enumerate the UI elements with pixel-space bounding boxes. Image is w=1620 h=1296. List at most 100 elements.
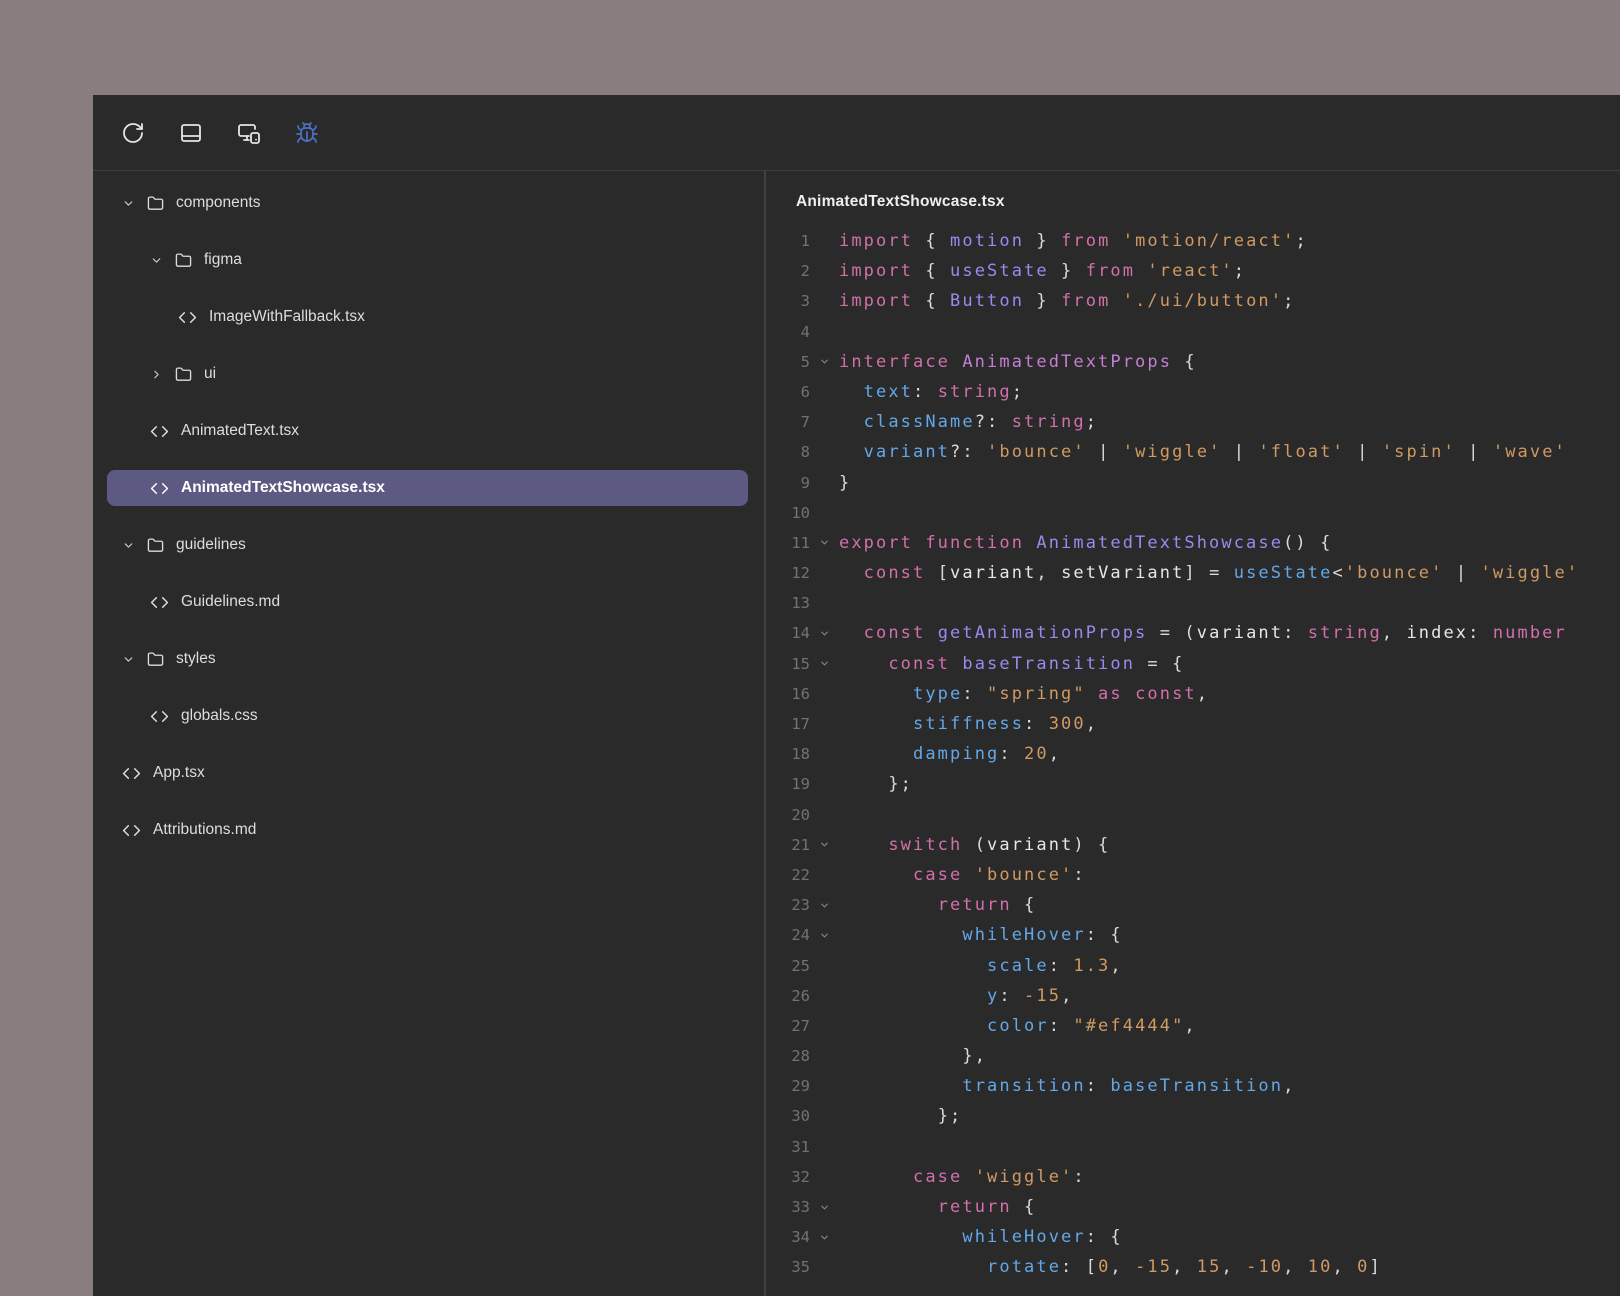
fold-gutter [810,588,839,618]
code-line: 20 [766,800,1620,830]
line-number: 30 [766,1101,810,1131]
fold-gutter [810,1252,839,1282]
code-line: 21 switch (variant) { [766,830,1620,860]
code-text: } [839,468,851,498]
line-number: 26 [766,981,810,1011]
chevron-down-icon[interactable] [150,254,164,267]
code-text: case 'bounce': [839,860,1086,890]
code-line: 3import { Button } from './ui/button'; [766,286,1620,316]
code-line: 25 scale: 1.3, [766,951,1620,981]
open-file-name: AnimatedTextShowcase.tsx [766,171,1620,219]
fold-toggle-icon[interactable] [810,890,839,920]
fold-gutter [810,498,839,528]
tree-item-label: guidelines [176,536,246,554]
chevron-right-icon[interactable] [150,368,164,381]
fold-gutter [810,317,839,347]
line-number: 15 [766,649,810,679]
line-number: 18 [766,739,810,769]
tree-item-label: AnimatedText.tsx [181,422,299,440]
fold-gutter [810,709,839,739]
tree-item-app-tsx[interactable]: App.tsx [107,755,748,791]
fold-gutter [810,1071,839,1101]
tree-item-guidelines[interactable]: guidelines [107,527,748,563]
panel-bottom-icon [179,121,203,145]
editor-window: components figma ImageWithFallback.tsx ui An… [93,95,1620,1296]
line-number: 32 [766,1162,810,1192]
reload-button[interactable] [115,115,151,151]
code-text: }; [839,769,913,799]
tree-item-imagewithfallback-tsx[interactable]: ImageWithFallback.tsx [107,299,748,335]
chevron-down-icon[interactable] [122,539,136,552]
line-number: 16 [766,679,810,709]
line-number: 13 [766,588,810,618]
fold-toggle-icon[interactable] [810,1192,839,1222]
line-number: 17 [766,709,810,739]
line-number: 33 [766,1192,810,1222]
code-text: const getAnimationProps = (variant: stri… [839,618,1567,648]
code-file-icon [122,821,141,840]
code-text: case 'wiggle': [839,1162,1086,1192]
line-number: 31 [766,1132,810,1162]
line-number: 35 [766,1252,810,1282]
code-file-icon [122,764,141,783]
chevron-down-icon[interactable] [122,197,136,210]
fold-toggle-icon[interactable] [810,920,839,950]
tree-item-animatedtext-tsx[interactable]: AnimatedText.tsx [107,413,748,449]
bug-button[interactable] [289,115,325,151]
devices-button[interactable] [231,115,267,151]
code-text: text: string; [839,377,1024,407]
fold-toggle-icon[interactable] [810,347,839,377]
code-line: 12 const [variant, setVariant] = useStat… [766,558,1620,588]
fold-toggle-icon[interactable] [810,1222,839,1252]
code-line: 10 [766,498,1620,528]
fold-gutter [810,407,839,437]
tree-item-figma[interactable]: figma [107,242,748,278]
code-text: interface AnimatedTextProps { [839,347,1197,377]
line-number: 3 [766,286,810,316]
panel-bottom-button[interactable] [173,115,209,151]
tree-item-label: AnimatedTextShowcase.tsx [181,479,385,497]
fold-gutter [810,256,839,286]
fold-toggle-icon[interactable] [810,528,839,558]
code-line: 22 case 'bounce': [766,860,1620,890]
tree-item-label: App.tsx [153,764,205,782]
tree-item-styles[interactable]: styles [107,641,748,677]
code-line: 6 text: string; [766,377,1620,407]
line-number: 12 [766,558,810,588]
tree-item-label: ui [204,365,216,383]
line-number: 2 [766,256,810,286]
code-line: 16 type: "spring" as const, [766,679,1620,709]
code-text: variant?: 'bounce' | 'wiggle' | 'float' … [839,437,1567,467]
chevron-down-icon[interactable] [122,653,136,666]
code-text: damping: 20, [839,739,1061,769]
fold-toggle-icon[interactable] [810,649,839,679]
code-line: 32 case 'wiggle': [766,1162,1620,1192]
code-line: 27 color: "#ef4444", [766,1011,1620,1041]
fold-gutter [810,377,839,407]
tree-item-ui[interactable]: ui [107,356,748,392]
code-text: const [variant, setVariant] = useState<'… [839,558,1579,588]
code-text: y: -15, [839,981,1073,1011]
tree-item-guidelines-md[interactable]: Guidelines.md [107,584,748,620]
tree-item-attributions-md[interactable]: Attributions.md [107,812,748,848]
tree-item-globals-css[interactable]: globals.css [107,698,748,734]
tree-item-label: figma [204,251,242,269]
main-content: components figma ImageWithFallback.tsx ui An… [93,171,1620,1296]
code-area[interactable]: 1import { motion } from 'motion/react';2… [766,219,1620,1296]
code-line: 18 damping: 20, [766,739,1620,769]
line-number: 9 [766,468,810,498]
tree-item-components[interactable]: components [107,185,748,221]
code-line: 29 transition: baseTransition, [766,1071,1620,1101]
code-line: 31 [766,1132,1620,1162]
fold-toggle-icon[interactable] [810,830,839,860]
line-number: 29 [766,1071,810,1101]
tree-item-animatedtextshowcase-tsx[interactable]: AnimatedTextShowcase.tsx [107,470,748,506]
code-line: 9} [766,468,1620,498]
code-line: 8 variant?: 'bounce' | 'wiggle' | 'float… [766,437,1620,467]
code-text: className?: string; [839,407,1098,437]
fold-gutter [810,739,839,769]
code-line: 2import { useState } from 'react'; [766,256,1620,286]
fold-toggle-icon[interactable] [810,618,839,648]
code-text: export function AnimatedTextShowcase() { [839,528,1332,558]
tree-item-label: Attributions.md [153,821,256,839]
